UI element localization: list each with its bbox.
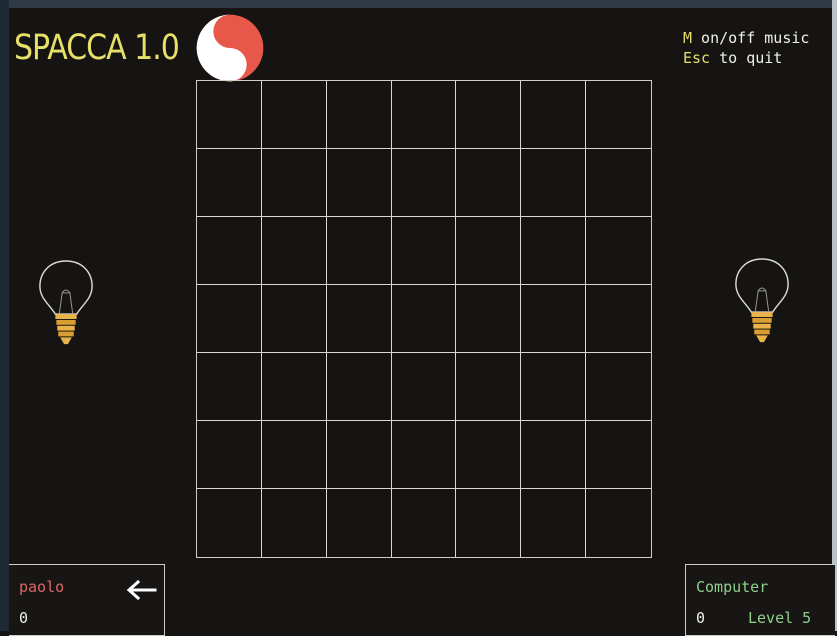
- board-cell[interactable]: [456, 81, 522, 149]
- window-top-border: [0, 0, 837, 8]
- board-cell[interactable]: [521, 149, 587, 217]
- board-cell[interactable]: [586, 353, 651, 421]
- board-cell[interactable]: [391, 353, 457, 421]
- opponent-name: Computer: [696, 578, 769, 596]
- board-cell[interactable]: [197, 285, 262, 353]
- window-right-border: [832, 0, 837, 631]
- board-cell[interactable]: [456, 353, 522, 421]
- board-cell[interactable]: [586, 149, 651, 217]
- board-cell[interactable]: [586, 421, 651, 489]
- board-cell[interactable]: [197, 353, 262, 421]
- board-cell[interactable]: [197, 149, 262, 217]
- board-cell[interactable]: [391, 285, 457, 353]
- board-cell[interactable]: [261, 217, 327, 285]
- board-cell[interactable]: [456, 285, 522, 353]
- board-cell[interactable]: [392, 489, 457, 557]
- board-cell[interactable]: [521, 217, 587, 285]
- board-cell[interactable]: [391, 421, 457, 489]
- game-title: SPACCA 1.0: [14, 28, 180, 69]
- board-cell[interactable]: [521, 285, 587, 353]
- board-cell[interactable]: [261, 285, 327, 353]
- music-key: M: [683, 29, 693, 47]
- board-cell[interactable]: [456, 489, 522, 557]
- board-cell[interactable]: [521, 81, 587, 149]
- board-cell[interactable]: [521, 489, 587, 557]
- board-cell[interactable]: [456, 217, 522, 285]
- difficulty-level: Level 5: [748, 609, 812, 627]
- board-cell[interactable]: [261, 421, 327, 489]
- board-cell[interactable]: [391, 81, 457, 149]
- board-cell[interactable]: [326, 217, 392, 285]
- board-cell[interactable]: [326, 149, 392, 217]
- board-cell[interactable]: [586, 285, 651, 353]
- player-score: 0: [19, 609, 29, 627]
- board-cell[interactable]: [521, 353, 587, 421]
- help-music-line: M on/off music: [683, 28, 809, 48]
- board-cell[interactable]: [326, 421, 392, 489]
- game-board[interactable]: [196, 80, 652, 558]
- board-cell[interactable]: [456, 149, 522, 217]
- quit-help-text: to quit: [710, 49, 783, 67]
- board-cell[interactable]: [391, 217, 457, 285]
- board-cell[interactable]: [261, 353, 327, 421]
- player-panel-right: Computer 0 Level 5: [685, 564, 835, 636]
- board-cell[interactable]: [327, 489, 392, 557]
- opponent-score: 0: [696, 609, 706, 627]
- board-cell[interactable]: [197, 217, 262, 285]
- board-cell[interactable]: [326, 81, 392, 149]
- yin-yang-icon: [196, 14, 264, 82]
- board-cell[interactable]: [456, 421, 522, 489]
- board-cell[interactable]: [521, 421, 587, 489]
- light-bulb-icon: [39, 260, 93, 345]
- board-cell[interactable]: [261, 81, 327, 149]
- board-cell[interactable]: [326, 353, 392, 421]
- board-cell[interactable]: [197, 421, 262, 489]
- board-cell[interactable]: [326, 285, 392, 353]
- board-cell[interactable]: [586, 489, 651, 557]
- board-cell[interactable]: [586, 81, 651, 149]
- left-arrow-icon: [126, 579, 157, 601]
- music-help-text: on/off music: [692, 29, 810, 47]
- board-cell[interactable]: [197, 489, 262, 557]
- help-quit-line: Esc to quit: [683, 48, 809, 68]
- player-name: paolo: [19, 578, 65, 596]
- quit-key: Esc: [683, 49, 711, 67]
- board-cell[interactable]: [586, 217, 651, 285]
- window-left-border: [0, 0, 9, 631]
- board-cell[interactable]: [262, 489, 327, 557]
- board-cell[interactable]: [261, 149, 327, 217]
- light-bulb-icon: [735, 258, 789, 343]
- board-cell[interactable]: [197, 81, 262, 149]
- board-cell[interactable]: [391, 149, 457, 217]
- help-text: M on/off music Esc to quit: [683, 28, 809, 68]
- player-panel-left: paolo 0: [9, 564, 165, 636]
